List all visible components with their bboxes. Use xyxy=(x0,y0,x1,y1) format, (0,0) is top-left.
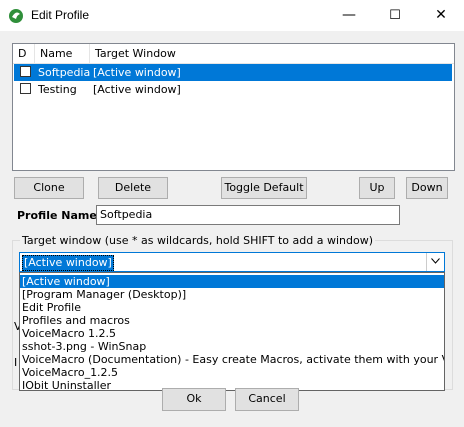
delete-button[interactable]: Delete xyxy=(98,177,168,199)
default-checkbox[interactable] xyxy=(20,66,31,77)
profile-name-cell: Testing xyxy=(38,83,77,96)
dropdown-option[interactable]: sshot-3.png - WinSnap xyxy=(20,340,444,353)
target-window-group-label: Target window (use * as wildcards, hold … xyxy=(20,234,375,247)
profile-name-cell: Softpedia xyxy=(38,66,91,79)
clone-button[interactable]: Clone xyxy=(14,177,84,199)
list-header: D Name Target Window xyxy=(13,44,454,64)
dropdown-option[interactable]: Profiles and macros xyxy=(20,314,444,327)
column-header-name[interactable]: Name xyxy=(35,44,90,63)
profile-target-cell: [Active window] xyxy=(93,83,181,96)
dropdown-option[interactable]: VoiceMacro_1.2.5 xyxy=(20,366,444,379)
app-logo-icon xyxy=(9,9,23,23)
title-bar: Edit Profile — ☐ ✕ xyxy=(0,0,464,31)
toggle-default-button[interactable]: Toggle Default xyxy=(221,177,307,199)
window-title: Edit Profile xyxy=(31,8,90,22)
chevron-down-icon[interactable] xyxy=(426,253,444,271)
maximize-button[interactable]: ☐ xyxy=(372,0,418,31)
dropdown-option[interactable]: VoiceMacro 1.2.5 xyxy=(20,327,444,340)
profile-row[interactable]: Testing [Active window] xyxy=(14,81,452,98)
dropdown-option[interactable]: [Active window] xyxy=(20,275,444,288)
dropdown-option[interactable]: Edit Profile xyxy=(20,301,444,314)
profile-row[interactable]: Softpedia [Active window] xyxy=(14,64,452,81)
cancel-button[interactable]: Cancel xyxy=(235,388,299,411)
profile-name-input[interactable]: Softpedia xyxy=(96,205,400,225)
dropdown-option[interactable]: [Program Manager (Desktop)] xyxy=(20,288,444,301)
column-header-target[interactable]: Target Window xyxy=(90,44,454,63)
down-button[interactable]: Down xyxy=(406,177,448,199)
default-checkbox[interactable] xyxy=(20,83,31,94)
minimize-button[interactable]: — xyxy=(326,0,372,31)
hidden-text-fragment: I xyxy=(14,356,18,369)
target-window-dropdown[interactable]: [Active window] [Program Manager (Deskto… xyxy=(19,272,445,391)
target-window-combo[interactable]: [Active window] xyxy=(19,252,445,272)
dropdown-option[interactable]: IObit Uninstaller xyxy=(20,379,444,390)
profile-name-label: Profile Name xyxy=(17,209,97,222)
profiles-list[interactable]: D Name Target Window Softpedia [Active w… xyxy=(12,43,455,171)
up-button[interactable]: Up xyxy=(359,177,395,199)
target-window-selected: [Active window] xyxy=(22,255,114,271)
ok-button[interactable]: Ok xyxy=(162,388,226,411)
close-button[interactable]: ✕ xyxy=(418,0,464,31)
column-header-d[interactable]: D xyxy=(13,44,35,63)
profile-target-cell: [Active window] xyxy=(93,66,181,79)
dropdown-option[interactable]: VoiceMacro (Documentation) - Easy create… xyxy=(20,353,444,366)
